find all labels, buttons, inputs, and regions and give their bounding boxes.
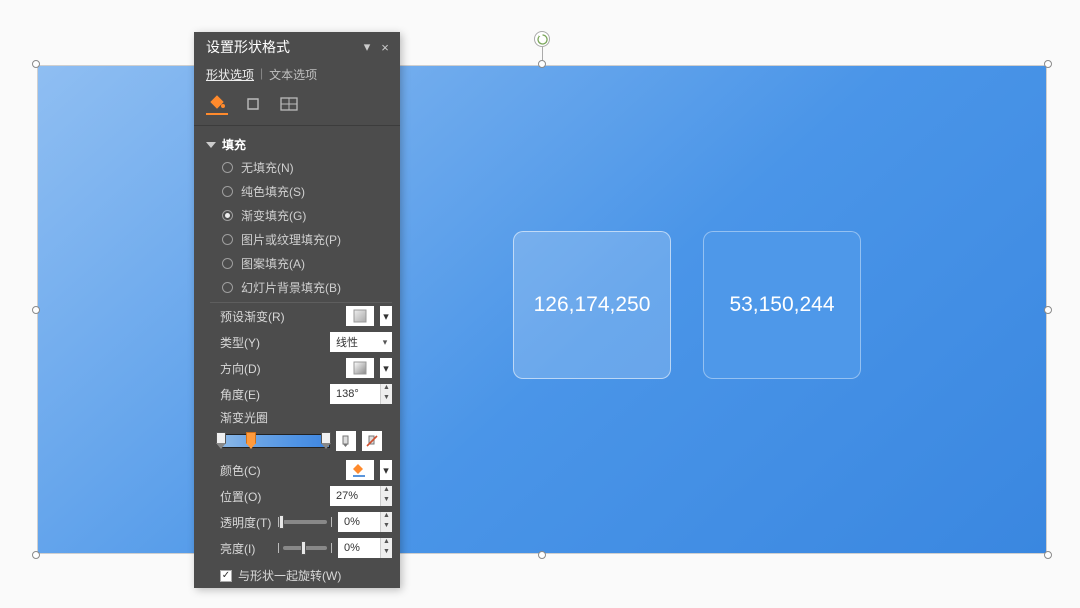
panel-category-icons xyxy=(194,85,400,126)
resize-handle[interactable] xyxy=(32,306,40,314)
transparency-slider[interactable] xyxy=(278,517,332,527)
tab-text-options[interactable]: 文本选项 xyxy=(269,66,317,83)
gradient-stop[interactable] xyxy=(321,432,331,452)
size-properties-icon[interactable] xyxy=(278,93,300,115)
gradient-stops xyxy=(210,427,392,457)
row-direction: 方向(D) ▾ xyxy=(210,355,392,381)
brightness-slider[interactable] xyxy=(278,543,332,553)
radio-pattern-fill[interactable]: 图案填充(A) xyxy=(222,255,392,272)
collapse-icon xyxy=(206,142,216,148)
remove-gradient-stop-button[interactable] xyxy=(362,431,382,451)
panel-body: 填充 无填充(N) 纯色填充(S) 渐变填充(G) 图片或纹理填充(P) 图案填… xyxy=(194,126,400,588)
card-2-value: 53,150,244 xyxy=(729,293,834,317)
resize-handle[interactable] xyxy=(32,551,40,559)
row-preset-gradient: 预设渐变(R) ▾ xyxy=(210,303,392,329)
close-icon[interactable]: × xyxy=(376,38,394,56)
spin-up-icon[interactable]: ▲ xyxy=(380,384,392,394)
spin-down-icon[interactable]: ▼ xyxy=(380,496,392,506)
effects-icon[interactable] xyxy=(242,93,264,115)
chevron-down-icon[interactable]: ▾ xyxy=(380,460,392,480)
spin-down-icon[interactable]: ▼ xyxy=(380,394,392,404)
card-1-value: 126,174,250 xyxy=(534,293,651,317)
tab-separator: | xyxy=(258,66,265,83)
position-spinner[interactable]: 27%▲▼ xyxy=(330,486,392,506)
fill-line-icon[interactable] xyxy=(206,93,228,115)
add-gradient-stop-button[interactable] xyxy=(336,431,356,451)
radio-gradient-fill[interactable]: 渐变填充(G) xyxy=(222,207,392,224)
panel-tabs: 形状选项 | 文本选项 xyxy=(194,62,400,85)
row-angle: 角度(E) 138°▲▼ xyxy=(210,381,392,407)
resize-handle[interactable] xyxy=(32,60,40,68)
card-2[interactable]: 53,150,244 xyxy=(703,231,861,379)
panel-header[interactable]: 设置形状格式 ▾ × xyxy=(194,32,400,62)
gradient-stop-active[interactable] xyxy=(246,432,256,452)
gradient-direction-dropdown[interactable] xyxy=(346,358,374,378)
row-transparency: 透明度(T) 0%▲▼ xyxy=(210,509,392,535)
resize-handle[interactable] xyxy=(1044,306,1052,314)
gradient-stop[interactable] xyxy=(216,432,226,452)
slide-canvas[interactable]: 126,174,250 53,150,244 xyxy=(37,65,1047,554)
radio-slide-bg-fill[interactable]: 幻灯片背景填充(B) xyxy=(222,279,392,296)
tab-shape-options[interactable]: 形状选项 xyxy=(206,66,254,83)
preset-gradient-dropdown[interactable] xyxy=(346,306,374,326)
gradient-stops-bar[interactable] xyxy=(220,434,330,448)
section-fill-label: 填充 xyxy=(222,136,246,153)
chevron-down-icon: ▾ xyxy=(380,337,390,348)
radio-picture-fill[interactable]: 图片或纹理填充(P) xyxy=(222,231,392,248)
row-position: 位置(O) 27%▲▼ xyxy=(210,483,392,509)
radio-no-fill[interactable]: 无填充(N) xyxy=(222,159,392,176)
panel-title: 设置形状格式 xyxy=(206,37,290,57)
spin-up-icon[interactable]: ▲ xyxy=(380,486,392,496)
resize-handle[interactable] xyxy=(538,60,546,68)
slide-selection-wrap: 126,174,250 53,150,244 xyxy=(37,65,1047,554)
stop-color-dropdown[interactable] xyxy=(346,460,374,480)
spin-up-icon[interactable]: ▲ xyxy=(380,512,392,522)
resize-handle[interactable] xyxy=(1044,60,1052,68)
gradient-type-dropdown[interactable]: 线性▾ xyxy=(330,332,392,352)
panel-dropdown-icon[interactable]: ▾ xyxy=(358,38,376,56)
resize-handle[interactable] xyxy=(1044,551,1052,559)
angle-spinner[interactable]: 138°▲▼ xyxy=(330,384,392,404)
chevron-down-icon[interactable]: ▾ xyxy=(380,306,392,326)
section-fill-header[interactable]: 填充 xyxy=(206,130,392,159)
resize-handle[interactable] xyxy=(538,551,546,559)
rotate-with-shape-checkbox[interactable]: ✓ 与形状一起旋转(W) xyxy=(210,561,392,588)
format-shape-panel: 设置形状格式 ▾ × 形状选项 | 文本选项 填充 无填充(N) 纯色填充(S)… xyxy=(194,32,400,588)
spin-down-icon[interactable]: ▼ xyxy=(380,548,392,558)
row-color: 颜色(C) ▾ xyxy=(210,457,392,483)
rotate-handle-icon[interactable] xyxy=(534,31,550,47)
transparency-spinner[interactable]: 0%▲▼ xyxy=(338,512,392,532)
fill-radio-group: 无填充(N) 纯色填充(S) 渐变填充(G) 图片或纹理填充(P) 图案填充(A… xyxy=(206,159,392,296)
card-1[interactable]: 126,174,250 xyxy=(513,231,671,379)
spin-down-icon[interactable]: ▼ xyxy=(380,522,392,532)
row-stops-label: 渐变光圈 xyxy=(210,407,392,427)
row-type: 类型(Y) 线性▾ xyxy=(210,329,392,355)
radio-solid-fill[interactable]: 纯色填充(S) xyxy=(222,183,392,200)
spin-up-icon[interactable]: ▲ xyxy=(380,538,392,548)
brightness-spinner[interactable]: 0%▲▼ xyxy=(338,538,392,558)
checkbox-icon: ✓ xyxy=(220,570,232,582)
chevron-down-icon[interactable]: ▾ xyxy=(380,358,392,378)
gradient-properties: 预设渐变(R) ▾ 类型(Y) 线性▾ 方向(D) ▾ 角度(E) 138°▲▼ xyxy=(210,302,392,588)
row-brightness: 亮度(I) 0%▲▼ xyxy=(210,535,392,561)
